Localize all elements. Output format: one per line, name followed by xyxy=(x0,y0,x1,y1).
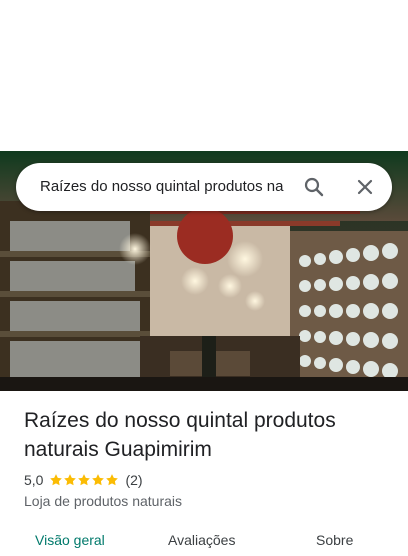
rating-value: 5,0 xyxy=(24,472,44,488)
star-icon xyxy=(78,474,91,486)
place-category: Loja de produtos naturais xyxy=(24,493,182,509)
place-tabs: Visão geral Avaliações Sobre xyxy=(0,526,408,556)
star-icon xyxy=(106,474,119,486)
place-title: Raízes do nosso quintal produtos naturai… xyxy=(24,409,336,461)
tab-reviews[interactable]: Avaliações xyxy=(168,532,235,548)
close-icon[interactable] xyxy=(353,175,377,199)
search-icon[interactable] xyxy=(302,175,326,199)
review-count[interactable]: (2) xyxy=(125,472,142,488)
map-blank-area xyxy=(0,0,408,151)
search-input[interactable]: Raízes do nosso quintal produtos na xyxy=(40,163,304,211)
tab-about[interactable]: Sobre xyxy=(316,532,353,548)
rating-stars xyxy=(49,473,119,487)
tab-overview[interactable]: Visão geral xyxy=(35,532,105,548)
star-icon xyxy=(92,474,105,486)
search-bar[interactable]: Raízes do nosso quintal produtos na xyxy=(16,163,392,211)
star-icon xyxy=(64,474,77,486)
star-icon xyxy=(50,474,63,486)
rating-row[interactable]: 5,0 (2) xyxy=(24,470,143,490)
